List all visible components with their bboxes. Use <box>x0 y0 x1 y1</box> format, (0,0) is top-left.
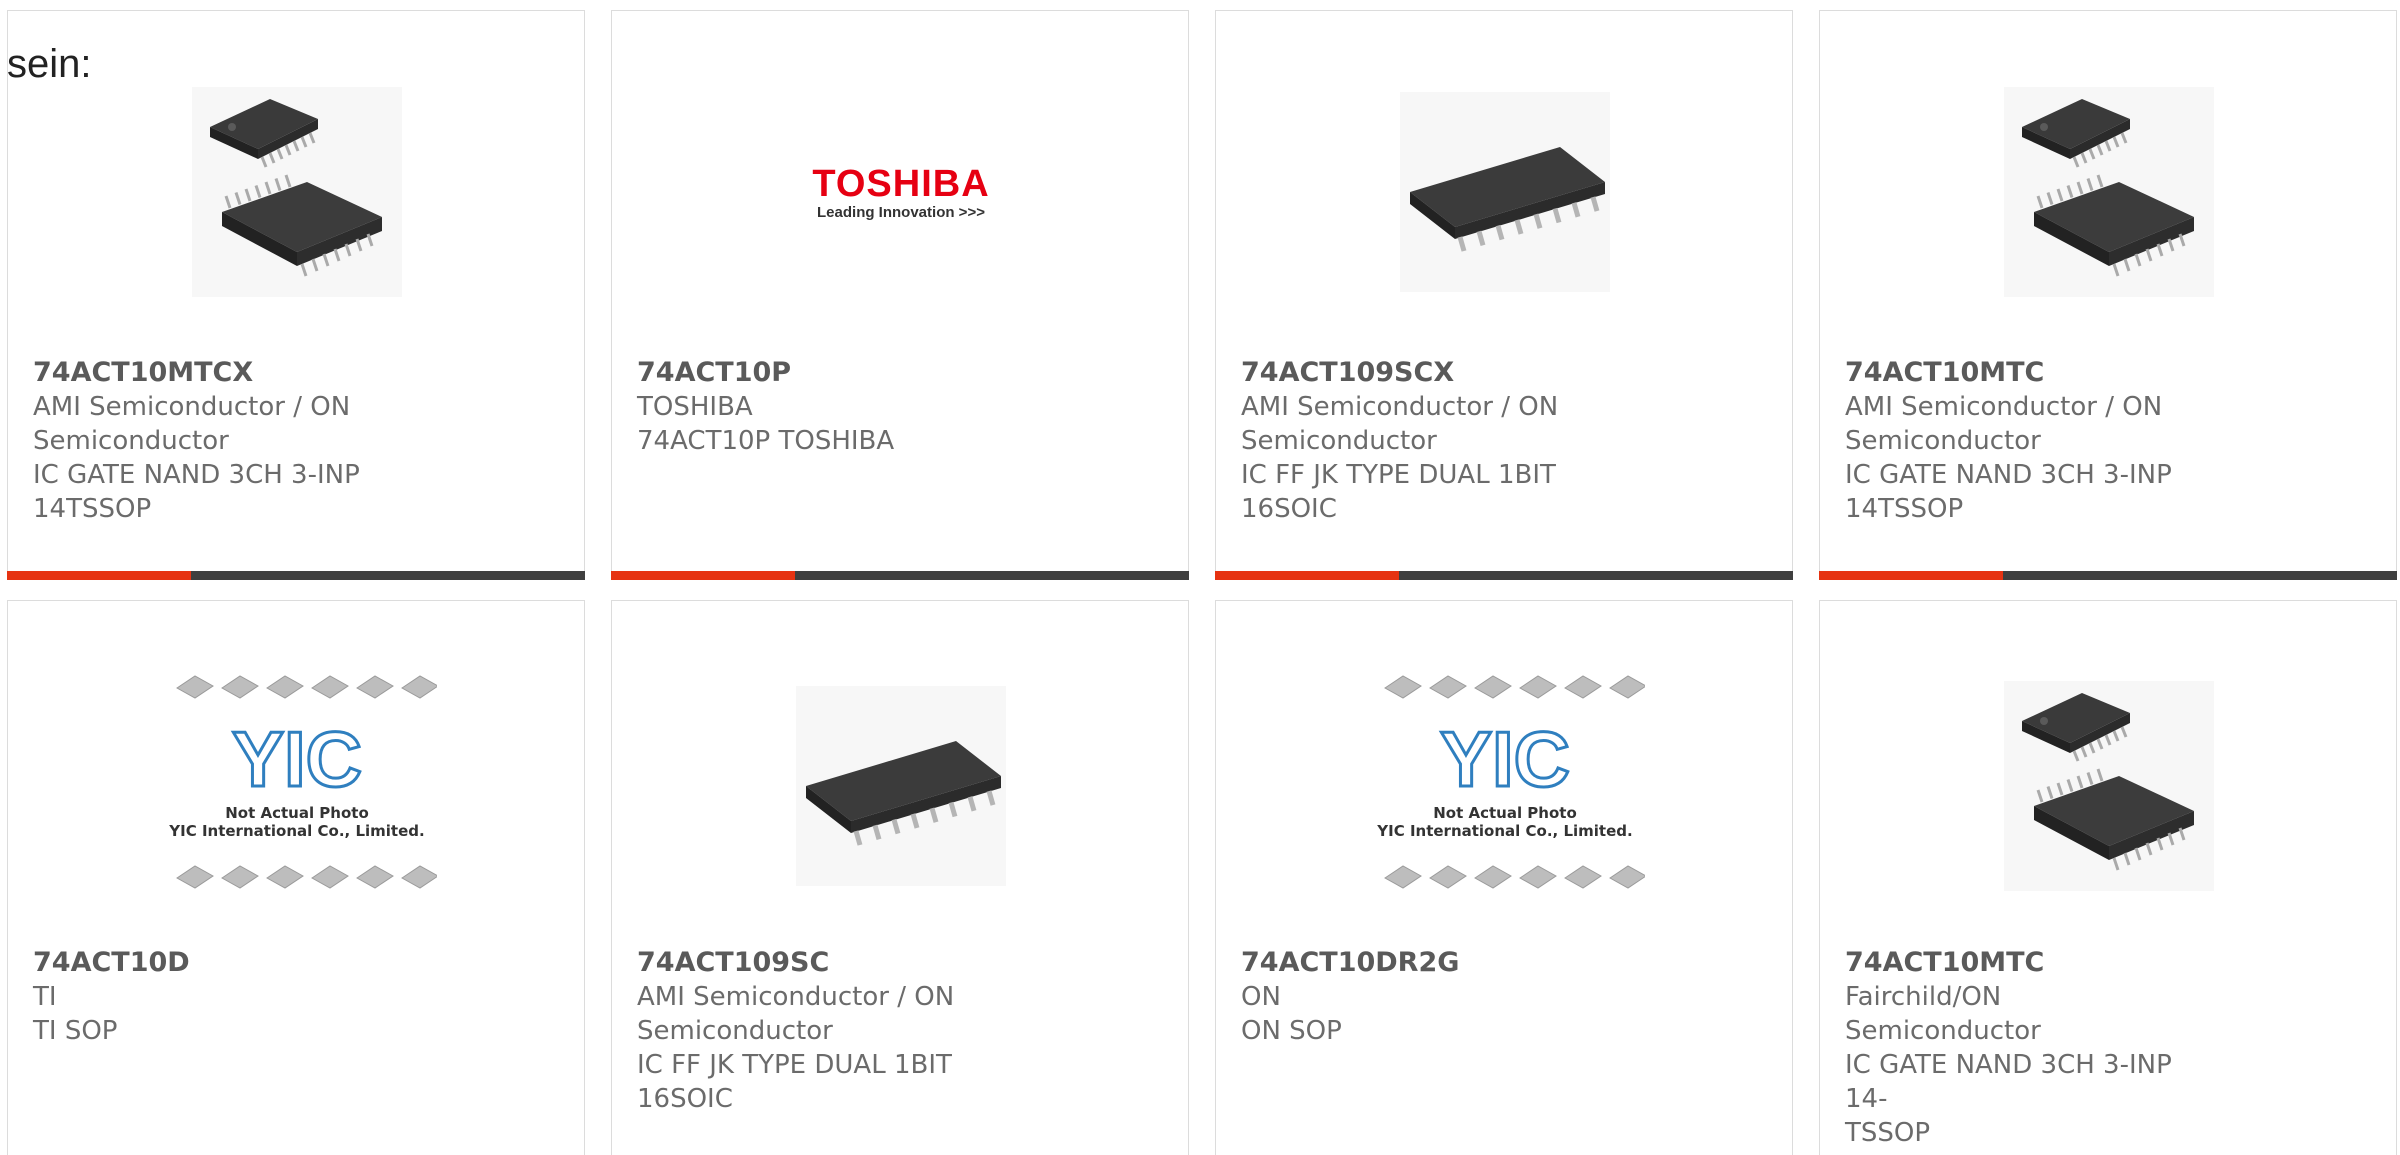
product-detail-line: TI <box>33 982 57 1012</box>
part-number-link[interactable]: 74ACT10D <box>33 946 393 980</box>
svg-text:Not Actual Photo: Not Actual Photo <box>1433 804 1577 822</box>
product-detail-line: Semiconductor <box>1845 426 2041 456</box>
product-detail-line: AMI Semiconductor / ON <box>1241 392 1559 422</box>
product-detail-line: ON SOP <box>1241 1016 1342 1046</box>
product-card[interactable]: TOSHIBA Leading Innovation >>> 74ACT10P T… <box>611 10 1189 580</box>
toshiba-logo: TOSHIBA Leading Innovation >>> <box>812 162 990 221</box>
part-number-link[interactable]: 74ACT109SC <box>637 946 997 980</box>
svg-text:Not Actual Photo: Not Actual Photo <box>225 804 369 822</box>
product-detail-line: Fairchild/ON Semiconductor <box>1845 982 2041 1046</box>
product-card[interactable]: YIC Not Actual Photo YIC International C… <box>1215 600 1793 1155</box>
product-detail-line: TSSOP <box>1845 1118 1931 1148</box>
product-image[interactable] <box>8 67 586 317</box>
product-grid: 74ACT10MTCX AMI Semiconductor / ON Semicon… <box>0 0 2400 1155</box>
svg-text:YIC: YIC <box>232 715 362 803</box>
product-card[interactable]: 74ACT109SCX AMI Semiconductor / ON Semicon… <box>1215 10 1793 580</box>
product-image[interactable]: TOSHIBA Leading Innovation >>> <box>612 67 1190 317</box>
product-detail-line: IC FF JK TYPE DUAL 1BIT 16SOIC <box>637 1050 952 1114</box>
product-detail-line: Semiconductor <box>1241 426 1437 456</box>
product-image[interactable]: YIC Not Actual Photo YIC International C… <box>8 661 586 911</box>
svg-text:YIC International Co., Limited: YIC International Co., Limited. <box>168 822 424 840</box>
card-accent-highlight <box>7 571 191 580</box>
product-image[interactable]: YIC Not Actual Photo YIC International C… <box>1216 661 1794 911</box>
product-image[interactable] <box>612 661 1190 911</box>
card-accent-bar <box>1819 571 2397 580</box>
product-detail-line: TI SOP <box>33 1016 118 1046</box>
product-detail-line: 14TSSOP <box>1845 494 1964 524</box>
product-detail-line: 14TSSOP <box>33 494 152 524</box>
product-detail-line: AMI Semiconductor / ON <box>1845 392 2163 422</box>
product-detail-line: 74ACT10P TOSHIBA <box>637 426 895 456</box>
product-detail-line: ON <box>1241 982 1281 1012</box>
product-info: 74ACT109SC AMI Semiconductor / ON Semicond… <box>637 946 997 1116</box>
part-number-link[interactable]: 74ACT10MTC <box>1845 946 2205 980</box>
product-info: 74ACT10MTC AMI Semiconductor / ON Semicond… <box>1845 356 2205 526</box>
product-detail-line: IC GATE NAND 3CH 3-INP <box>1845 460 2172 490</box>
product-info: 74ACT10MTC Fairchild/ON Semiconductor IC G… <box>1845 946 2205 1150</box>
product-image[interactable] <box>1820 67 2398 317</box>
product-info: 74ACT10D TI TI SOP <box>33 946 393 1048</box>
card-accent-highlight <box>1819 571 2003 580</box>
product-info: 74ACT10P TOSHIBA 74ACT10P TOSHIBA <box>637 356 997 458</box>
product-detail-line: AMI Semiconductor / ON <box>637 982 955 1012</box>
product-detail-line: IC GATE NAND 3CH 3-INP <box>33 460 360 490</box>
product-card[interactable]: 74ACT10MTC AMI Semiconductor / ON Semicond… <box>1819 10 2397 580</box>
product-card[interactable]: 74ACT109SC AMI Semiconductor / ON Semicond… <box>611 600 1189 1155</box>
product-detail-line: AMI Semiconductor / ON <box>33 392 351 422</box>
page: sein: 74ACT10MTCX AMI Semiconductor / ON S… <box>0 0 2400 1155</box>
card-accent-highlight <box>1215 571 1399 580</box>
part-number-link[interactable]: 74ACT109SCX <box>1241 356 1601 390</box>
svg-text:YIC: YIC <box>1440 715 1570 803</box>
part-number-link[interactable]: 74ACT10MTC <box>1845 356 2205 390</box>
product-detail-line: TOSHIBA <box>637 392 753 422</box>
product-detail-line: Semiconductor <box>33 426 229 456</box>
part-number-link[interactable]: 74ACT10MTCX <box>33 356 393 390</box>
svg-text:YIC International Co., Limited: YIC International Co., Limited. <box>1376 822 1632 840</box>
product-detail-line: IC FF JK TYPE DUAL 1BIT 16SOIC <box>1241 460 1556 524</box>
card-accent-bar <box>7 571 585 580</box>
product-info: 74ACT10DR2G ON ON SOP <box>1241 946 1601 1048</box>
product-card[interactable]: 74ACT10MTCX AMI Semiconductor / ON Semicon… <box>7 10 585 580</box>
part-number-link[interactable]: 74ACT10P <box>637 356 997 390</box>
product-info: 74ACT109SCX AMI Semiconductor / ON Semicon… <box>1241 356 1601 526</box>
heading-fragment: sein: <box>7 42 92 86</box>
card-accent-bar <box>611 571 1189 580</box>
product-info: 74ACT10MTCX AMI Semiconductor / ON Semicon… <box>33 356 393 526</box>
product-image[interactable] <box>1820 661 2398 911</box>
product-image[interactable] <box>1216 67 1794 317</box>
part-number-link[interactable]: 74ACT10DR2G <box>1241 946 1601 980</box>
card-accent-highlight <box>611 571 795 580</box>
product-card[interactable]: YIC Not Actual Photo YIC International C… <box>7 600 585 1155</box>
product-detail-line: IC GATE NAND 3CH 3-INP 14- <box>1845 1050 2172 1114</box>
product-detail-line: Semiconductor <box>637 1016 833 1046</box>
card-accent-bar <box>1215 571 1793 580</box>
product-card[interactable]: 74ACT10MTC Fairchild/ON Semiconductor IC G… <box>1819 600 2397 1155</box>
